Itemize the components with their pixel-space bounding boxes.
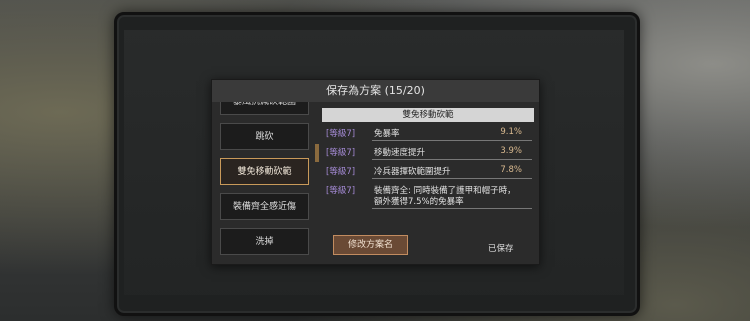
scheme-list-item[interactable]: 跳砍 bbox=[220, 123, 309, 150]
divider bbox=[372, 140, 532, 141]
attribute-level: [等級7] bbox=[326, 167, 356, 177]
scrollbar-handle[interactable] bbox=[315, 144, 319, 162]
attribute-level: [等級7] bbox=[326, 186, 356, 196]
divider bbox=[372, 208, 532, 209]
attribute-description: 裝備齊全: 同時裝備了護甲和帽子時， 額外獲得7.5%的免暴率 bbox=[374, 186, 524, 208]
attribute-level: [等級7] bbox=[326, 129, 356, 139]
attribute-name: 移動速度提升 bbox=[374, 148, 426, 158]
attribute-name: 冷兵器揮砍範圍提升 bbox=[374, 167, 451, 177]
divider bbox=[372, 159, 532, 160]
scheme-list-item[interactable]: 洗掉 bbox=[220, 228, 309, 255]
attribute-description-line: 額外獲得7.5%的免暴率 bbox=[374, 197, 464, 207]
scheme-list-item-selected[interactable]: 雙免移動砍範 bbox=[220, 158, 309, 185]
rename-scheme-button[interactable]: 修改方案名 bbox=[333, 235, 408, 255]
attribute-value: 3.9% bbox=[500, 146, 522, 156]
scheme-list-item[interactable]: 裝備齊全感近傷 bbox=[220, 193, 309, 220]
divider bbox=[372, 178, 532, 179]
attribute-value: 7.8% bbox=[500, 165, 522, 175]
save-scheme-dialog: 保存為方案 (15/20) 暴風抗減砍範圍 跳砍 雙免移動砍範 裝備齊全感近傷 … bbox=[211, 79, 540, 265]
attribute-value: 9.1% bbox=[500, 127, 522, 137]
scheme-detail-title: 雙免移動砍範 bbox=[322, 108, 534, 122]
saved-status-label: 已保存 bbox=[488, 244, 514, 254]
attribute-name: 免暴率 bbox=[374, 129, 400, 139]
dialog-title: 保存為方案 (15/20) bbox=[212, 80, 539, 102]
attribute-level: [等級7] bbox=[326, 148, 356, 158]
scheme-list-item[interactable]: 暴風抗減砍範圍 bbox=[220, 102, 309, 115]
attribute-description-line: 裝備齊全: 同時裝備了護甲和帽子時， bbox=[374, 186, 516, 196]
scheme-list[interactable]: 暴風抗減砍範圍 跳砍 雙免移動砍範 裝備齊全感近傷 洗掉 神速 bbox=[219, 102, 311, 262]
